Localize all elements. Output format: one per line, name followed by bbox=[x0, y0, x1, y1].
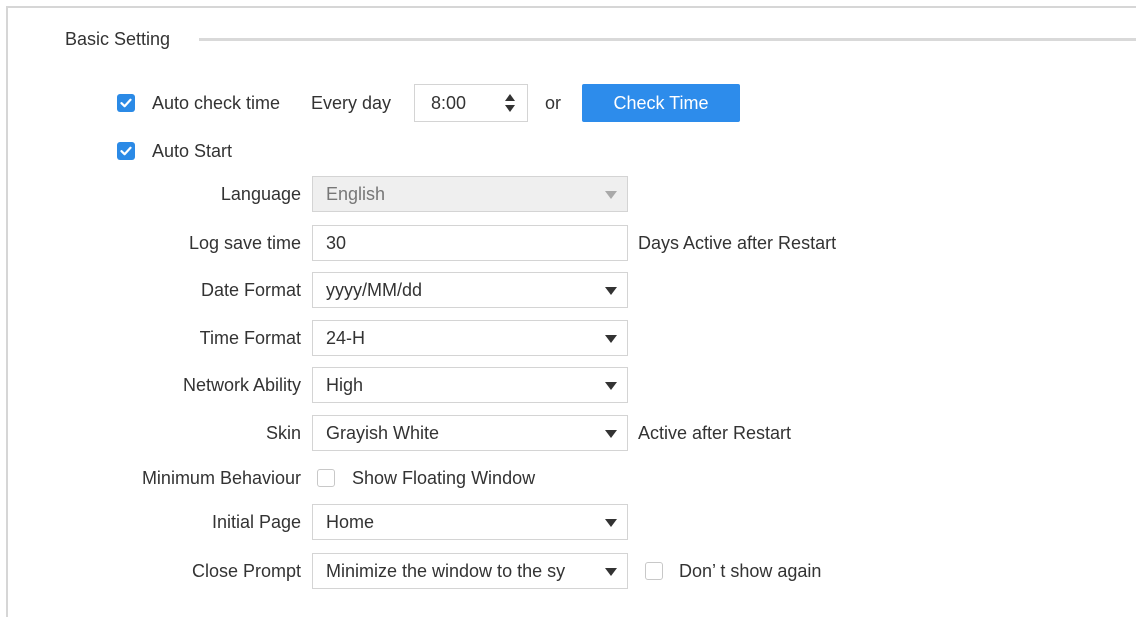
date-format-row: Date Format yyyy/MM/dd bbox=[0, 271, 1136, 309]
minimum-label: Minimum Behaviour bbox=[141, 468, 301, 488]
panel-border-top bbox=[6, 6, 1136, 8]
initial-page-row: Initial Page Home bbox=[0, 503, 1136, 541]
dont-show-checkbox[interactable] bbox=[645, 562, 663, 580]
skin-value: Grayish White bbox=[326, 423, 440, 443]
auto-start-label: Auto Start bbox=[152, 141, 233, 161]
chevron-down-icon bbox=[605, 568, 617, 576]
language-value: English bbox=[326, 184, 386, 204]
network-value: High bbox=[326, 375, 364, 395]
section-divider bbox=[199, 38, 1136, 41]
log-save-label: Log save time bbox=[188, 233, 301, 253]
chevron-down-icon bbox=[605, 335, 617, 343]
dont-show-label: Don’ t show again bbox=[679, 561, 822, 581]
initial-page-select[interactable]: Home bbox=[312, 504, 628, 540]
language-select[interactable]: English bbox=[312, 176, 628, 212]
log-save-suffix: Days Active after Restart bbox=[638, 233, 837, 253]
initial-page-label: Initial Page bbox=[211, 512, 301, 532]
time-format-label: Time Format bbox=[199, 328, 301, 348]
auto-check-row: Auto check time Every day or bbox=[0, 84, 1136, 122]
chevron-down-icon bbox=[605, 287, 617, 295]
log-save-value: 30 bbox=[326, 233, 347, 253]
date-format-label: Date Format bbox=[200, 280, 301, 300]
section-title: Basic Setting bbox=[65, 29, 171, 49]
checkmark-icon bbox=[120, 98, 132, 108]
close-prompt-value: Minimize the window to the sy bbox=[326, 561, 566, 581]
check-time-spinbox[interactable]: 8:00 bbox=[414, 84, 528, 122]
check-time-value: 8:00 bbox=[431, 93, 467, 113]
network-row: Network Ability High bbox=[0, 366, 1136, 404]
time-format-row: Time Format 24-H bbox=[0, 319, 1136, 357]
time-format-select[interactable]: 24-H bbox=[312, 320, 628, 356]
language-row: Language English bbox=[0, 175, 1136, 213]
log-save-row: Log save time 30 Days Active after Resta… bbox=[0, 224, 1136, 262]
chevron-down-icon bbox=[605, 382, 617, 390]
date-format-value: yyyy/MM/dd bbox=[326, 280, 423, 300]
minimum-row: Minimum Behaviour Show Floating Window bbox=[0, 459, 1136, 497]
auto-start-checkbox[interactable] bbox=[117, 142, 135, 160]
chevron-down-icon bbox=[605, 519, 617, 527]
checkmark-icon bbox=[120, 146, 132, 156]
skin-select[interactable]: Grayish White bbox=[312, 415, 628, 451]
spin-up-icon[interactable] bbox=[505, 94, 515, 101]
auto-check-checkbox[interactable] bbox=[117, 94, 135, 112]
frequency-text: Every day bbox=[311, 93, 392, 113]
close-prompt-row: Close Prompt Minimize the window to the … bbox=[0, 552, 1136, 590]
network-select[interactable]: High bbox=[312, 367, 628, 403]
check-time-button[interactable]: Check Time bbox=[582, 84, 740, 122]
skin-label: Skin bbox=[265, 423, 301, 443]
or-text: or bbox=[545, 93, 562, 113]
time-format-value: 24-H bbox=[326, 328, 366, 348]
skin-row: Skin Grayish White Active after Restart bbox=[0, 414, 1136, 452]
close-prompt-label: Close Prompt bbox=[191, 561, 301, 581]
auto-start-row: Auto Start bbox=[0, 132, 1136, 170]
network-label: Network Ability bbox=[182, 375, 301, 395]
floating-window-checkbox[interactable] bbox=[317, 469, 335, 487]
chevron-down-icon bbox=[605, 430, 617, 438]
floating-window-label: Show Floating Window bbox=[352, 468, 536, 488]
spin-down-icon[interactable] bbox=[505, 105, 515, 112]
auto-check-label: Auto check time bbox=[152, 93, 281, 113]
log-save-input[interactable]: 30 bbox=[312, 225, 628, 261]
close-prompt-select[interactable]: Minimize the window to the sy bbox=[312, 553, 628, 589]
chevron-down-icon bbox=[605, 191, 617, 199]
language-label: Language bbox=[220, 184, 301, 204]
date-format-select[interactable]: yyyy/MM/dd bbox=[312, 272, 628, 308]
initial-page-value: Home bbox=[326, 512, 375, 532]
skin-note: Active after Restart bbox=[638, 423, 792, 443]
